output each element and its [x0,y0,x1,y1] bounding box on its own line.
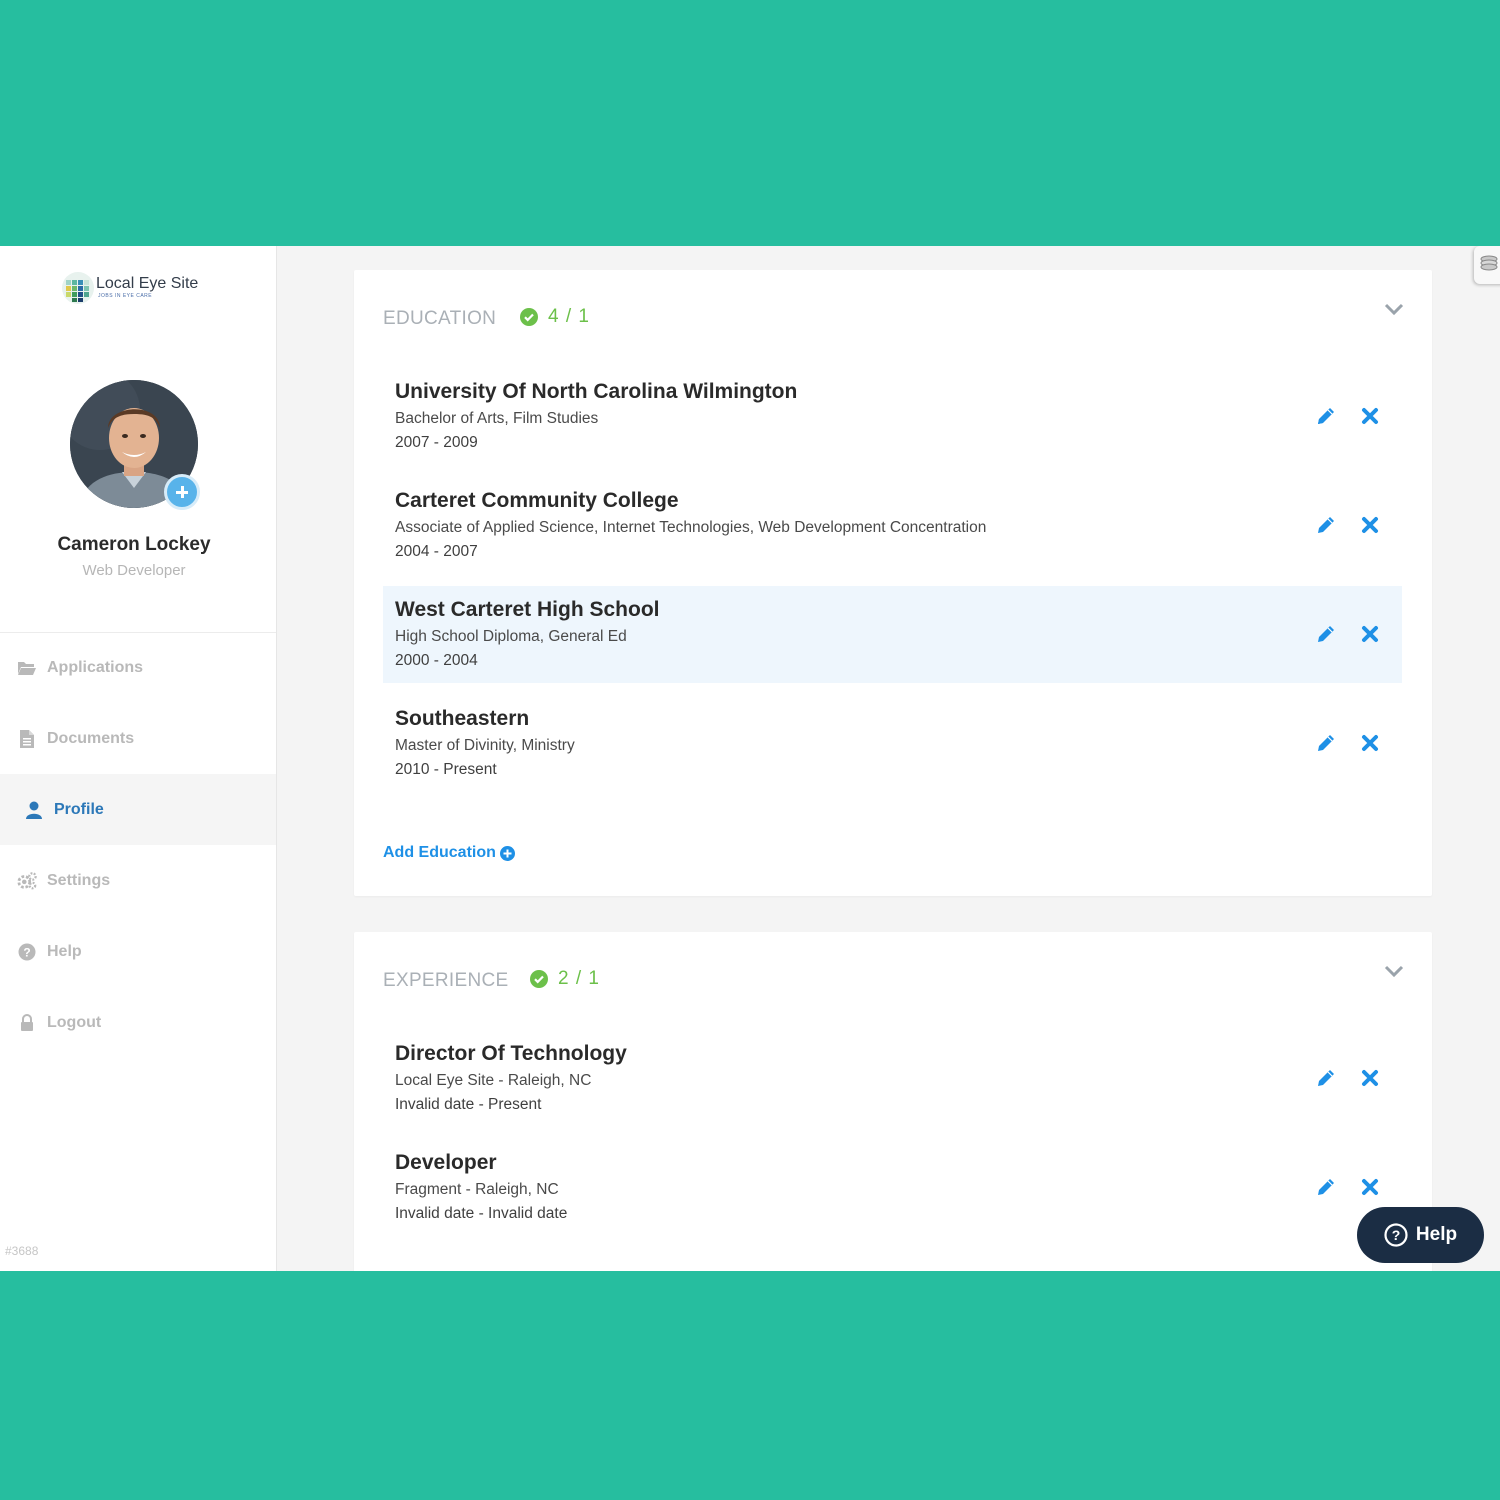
entry-subtitle: Master of Divinity, Ministry [395,737,575,754]
list-item: Director Of Technology Local Eye Site - … [383,1030,1402,1127]
pencil-icon[interactable] [1315,623,1337,645]
sidebar: Local Eye Site JOBS IN EYE CARE Cameron … [0,246,277,1271]
check-circle-icon [530,970,548,988]
close-icon[interactable] [1361,1069,1379,1087]
entry-subtitle: Fragment - Raleigh, NC [395,1181,559,1198]
entry-subtitle: High School Diploma, General Ed [395,628,627,645]
entry-title: Director Of Technology [395,1042,627,1065]
sidebar-item-documents[interactable]: Documents [0,703,276,774]
plus-circle-icon [499,845,515,861]
close-icon[interactable] [1361,516,1379,534]
section-title: EXPERIENCE [383,970,509,991]
entry-subtitle: Local Eye Site - Raleigh, NC [395,1072,592,1089]
sidebar-item-profile[interactable]: Profile [0,774,276,845]
sidebar-item-label: Profile [54,800,104,818]
entry-dates: 2007 - 2009 [395,434,478,451]
app-window: Local Eye Site JOBS IN EYE CARE Cameron … [0,246,1500,1271]
add-photo-button[interactable] [164,474,200,510]
chevron-down-icon[interactable] [1384,964,1404,978]
add-education-link[interactable]: Add Education [383,844,515,862]
pencil-icon[interactable] [1315,732,1337,754]
list-item: Southeastern Master of Divinity, Ministr… [383,695,1402,792]
pencil-icon[interactable] [1315,514,1337,536]
brand-logo[interactable]: Local Eye Site JOBS IN EYE CARE [62,270,222,306]
entry-subtitle: Associate of Applied Science, Internet T… [395,519,987,536]
stack-icon [1480,255,1498,271]
build-id: #3688 [5,1244,39,1258]
sidebar-item-label: Applications [47,658,144,676]
document-icon [17,729,37,749]
entry-dates: Invalid date - Invalid date [395,1205,568,1222]
svg-text:?: ? [1392,1227,1401,1243]
question-circle-icon: ? [17,942,37,962]
folder-open-icon [17,658,37,678]
pencil-icon[interactable] [1315,1176,1337,1198]
question-circle-icon: ? [1384,1223,1408,1247]
user-icon [24,800,44,820]
entry-subtitle: Bachelor of Arts, Film Studies [395,410,599,427]
close-icon[interactable] [1361,734,1379,752]
help-button[interactable]: ? Help [1357,1207,1484,1263]
list-item: Carteret Community College Associate of … [383,477,1402,574]
education-card: EDUCATION 4 / 1 University Of North Caro… [354,270,1432,896]
lock-icon [17,1013,37,1033]
close-icon[interactable] [1361,407,1379,425]
completion-count: 4 / 1 [548,306,590,327]
sidebar-item-label: Documents [47,729,135,747]
sidebar-item-label: Help [47,942,82,960]
pencil-icon[interactable] [1315,405,1337,427]
sidebar-item-applications[interactable]: Applications [0,632,276,703]
entry-title: Southeastern [395,707,530,730]
close-icon[interactable] [1361,1178,1379,1196]
entry-dates: Invalid date - Present [395,1096,542,1113]
sidebar-item-label: Settings [47,871,111,889]
chevron-down-icon[interactable] [1384,302,1404,316]
section-title: EDUCATION [383,308,497,329]
user-name: Cameron Lockey [57,534,211,555]
completion-status: 4 / 1 [520,306,590,328]
entry-title: Developer [395,1151,497,1174]
user-role: Web Developer [82,562,186,579]
sidebar-item-help[interactable]: ? Help [0,916,276,987]
pencil-icon[interactable] [1315,1067,1337,1089]
gears-icon [17,871,37,891]
sidebar-item-logout[interactable]: Logout [0,987,276,1058]
completion-status: 2 / 1 [530,968,600,990]
list-item: University Of North Carolina Wilmington … [383,368,1402,465]
entry-title: University Of North Carolina Wilmington [395,380,798,403]
extension-widget[interactable] [1474,246,1500,284]
list-item: Developer Fragment - Raleigh, NC Invalid… [383,1139,1402,1236]
brand-name: Local Eye Site [96,275,199,292]
logo-mark-icon [62,272,94,304]
add-education-label: Add Education [383,844,496,861]
help-button-label: Help [1415,1224,1458,1245]
completion-count: 2 / 1 [558,968,600,989]
brand-tagline: JOBS IN EYE CARE [98,293,153,299]
entry-title: West Carteret High School [395,598,660,621]
entry-dates: 2000 - 2004 [395,652,478,669]
list-item: West Carteret High School High School Di… [383,586,1402,683]
sidebar-nav: Applications Documents Profile Settings [0,632,276,1058]
check-circle-icon [520,308,538,326]
entry-dates: 2004 - 2007 [395,543,478,560]
sidebar-item-settings[interactable]: Settings [0,845,276,916]
entry-title: Carteret Community College [395,489,679,512]
close-icon[interactable] [1361,625,1379,643]
sidebar-item-label: Logout [47,1013,102,1031]
entry-dates: 2010 - Present [395,761,497,778]
svg-text:?: ? [23,945,30,959]
experience-card: EXPERIENCE 2 / 1 Director Of Technology … [354,932,1432,1271]
